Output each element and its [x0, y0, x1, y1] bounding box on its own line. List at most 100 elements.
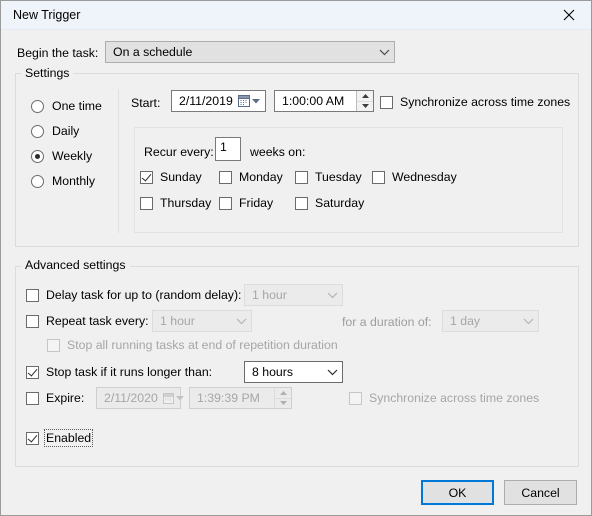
stop-task-duration-combo[interactable]: 8 hours: [244, 361, 343, 383]
ok-button-label: OK: [448, 485, 467, 500]
checkbox-indicator: [26, 431, 39, 445]
radio-monthly[interactable]: Monthly: [31, 174, 95, 188]
sync-timezones-checkbox[interactable]: Synchronize across time zones: [380, 95, 570, 109]
time-spinner[interactable]: [274, 388, 291, 408]
window-title: New Trigger: [13, 8, 81, 22]
checkbox-label: Stop task if it runs longer than:: [46, 365, 213, 379]
calendar-icon: [163, 392, 175, 404]
checkbox-label: Enabled: [43, 429, 94, 447]
spinner-up-icon[interactable]: [357, 91, 373, 102]
close-icon: [563, 9, 574, 21]
chevron-down-icon: [322, 292, 342, 299]
repeat-interval-combo[interactable]: 1 hour: [152, 310, 252, 332]
recur-every-label: Recur every:: [144, 145, 214, 159]
stop-task-duration-value: 8 hours: [252, 365, 294, 379]
start-date-field[interactable]: 2/11/2019: [171, 90, 266, 112]
start-time-value: 1:00:00 AM: [282, 94, 345, 108]
expire-time-field[interactable]: 1:39:39 PM: [189, 387, 292, 409]
calendar-icon: [238, 95, 250, 107]
checkbox-indicator: [26, 391, 39, 405]
start-date-value: 2/11/2019: [179, 94, 233, 108]
checkbox-indicator: [140, 170, 153, 184]
day-checkbox-tuesday[interactable]: Tuesday: [295, 170, 362, 184]
time-spinner[interactable]: [356, 91, 373, 111]
spinner-down-icon[interactable]: [275, 398, 291, 408]
spinner-down-icon[interactable]: [357, 101, 373, 111]
cancel-button[interactable]: Cancel: [504, 480, 577, 505]
radio-label: Weekly: [52, 149, 93, 163]
checkbox-label: Monday: [239, 170, 283, 184]
repeat-interval-value: 1 hour: [160, 314, 195, 328]
expire-date-value: 2/11/2020: [104, 391, 158, 405]
calendar-dropdown-button[interactable]: [233, 95, 265, 107]
chevron-down-icon: [176, 395, 185, 400]
start-time-field[interactable]: 1:00:00 AM: [274, 90, 374, 112]
checkbox-indicator: [26, 314, 39, 328]
stop-task-checkbox[interactable]: Stop task if it runs longer than:: [26, 365, 212, 379]
ok-button[interactable]: OK: [421, 480, 494, 505]
checkbox-label: Sunday: [160, 170, 202, 184]
start-label: Start:: [131, 96, 161, 110]
day-checkbox-wednesday[interactable]: Wednesday: [372, 170, 457, 184]
radio-indicator: [31, 124, 44, 138]
repeat-duration-value: 1 day: [450, 314, 481, 328]
checkbox-indicator: [219, 196, 232, 210]
radio-indicator: [31, 149, 44, 163]
advanced-settings-group-title: Advanced settings: [21, 258, 130, 272]
title-bar: New Trigger: [1, 1, 591, 30]
chevron-down-icon: [374, 49, 394, 56]
checkbox-label: Saturday: [315, 196, 365, 210]
cancel-button-label: Cancel: [521, 485, 560, 500]
radio-label: Daily: [52, 124, 80, 138]
new-trigger-dialog: New Trigger Begin the task: On a schedul…: [0, 0, 592, 516]
checkbox-indicator: [295, 170, 308, 184]
radio-indicator: [31, 99, 44, 113]
checkbox-label: Synchronize across time zones: [369, 391, 540, 405]
checkbox-label: Tuesday: [315, 170, 362, 184]
chevron-down-icon: [322, 369, 342, 376]
radio-daily[interactable]: Daily: [31, 124, 79, 138]
day-checkbox-thursday[interactable]: Thursday: [140, 196, 211, 210]
begin-task-value: On a schedule: [113, 45, 193, 59]
repeat-task-checkbox[interactable]: Repeat task every:: [26, 314, 149, 328]
checkbox-label: Wednesday: [392, 170, 457, 184]
checkbox-label: Stop all running tasks at end of repetit…: [67, 338, 338, 352]
chevron-down-icon: [231, 318, 251, 325]
radio-label: One time: [52, 99, 102, 113]
checkbox-indicator: [219, 170, 232, 184]
spinner-up-icon[interactable]: [275, 388, 291, 399]
checkbox-indicator: [295, 196, 308, 210]
enabled-checkbox[interactable]: Enabled: [26, 429, 94, 447]
checkbox-label: Thursday: [160, 196, 212, 210]
radio-label: Monthly: [52, 174, 96, 188]
weeks-on-label: weeks on:: [250, 145, 306, 159]
chevron-down-icon: [252, 98, 260, 103]
day-checkbox-saturday[interactable]: Saturday: [295, 196, 364, 210]
close-button[interactable]: [546, 1, 591, 29]
delay-duration-value: 1 hour: [252, 288, 287, 302]
delay-task-checkbox[interactable]: Delay task for up to (random delay):: [26, 288, 241, 302]
checkbox-indicator: [26, 288, 39, 302]
radio-one-time[interactable]: One time: [31, 99, 102, 113]
expire-date-field[interactable]: 2/11/2020: [96, 387, 185, 409]
calendar-dropdown-button[interactable]: [158, 392, 190, 404]
begin-task-combo[interactable]: On a schedule: [105, 41, 395, 63]
expire-checkbox[interactable]: Expire:: [26, 391, 84, 405]
day-checkbox-friday[interactable]: Friday: [219, 196, 273, 210]
checkbox-indicator: [47, 338, 60, 352]
day-checkbox-monday[interactable]: Monday: [219, 170, 283, 184]
repeat-duration-combo[interactable]: 1 day: [442, 310, 539, 332]
checkbox-label: Repeat task every:: [46, 314, 149, 328]
radio-indicator: [31, 174, 44, 188]
chevron-down-icon: [518, 318, 538, 325]
expire-sync-timezones-checkbox[interactable]: Synchronize across time zones: [349, 391, 539, 405]
day-checkbox-sunday[interactable]: Sunday: [140, 170, 202, 184]
recur-every-input[interactable]: 1: [215, 137, 241, 161]
expire-time-value: 1:39:39 PM: [197, 391, 260, 405]
delay-duration-combo[interactable]: 1 hour: [244, 284, 343, 306]
checkbox-label: Delay task for up to (random delay):: [46, 288, 242, 302]
begin-task-label: Begin the task:: [17, 46, 99, 60]
stop-all-running-checkbox[interactable]: Stop all running tasks at end of repetit…: [47, 338, 338, 352]
duration-label: for a duration of:: [342, 315, 432, 329]
radio-weekly[interactable]: Weekly: [31, 149, 92, 163]
